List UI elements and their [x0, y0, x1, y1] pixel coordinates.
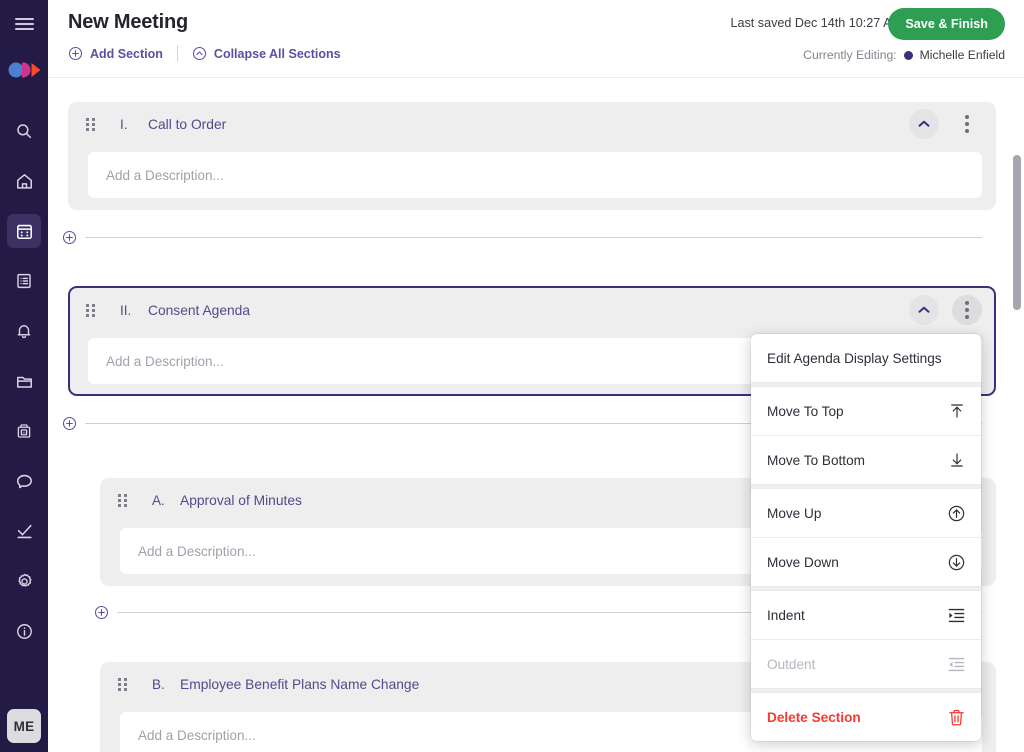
drag-handle-icon[interactable] [118, 678, 128, 691]
sidebar-item-settings[interactable] [7, 564, 41, 598]
menu-item-outdent: Outdent [751, 640, 981, 688]
menu-item-label: Move Down [767, 555, 944, 570]
folder-icon [15, 372, 34, 391]
add-section-button[interactable]: Add Section [68, 46, 163, 61]
menu-item-label: Outdent [767, 657, 944, 672]
sidebar-item-messages[interactable] [7, 464, 41, 498]
arrow-up-circle-icon [944, 504, 966, 523]
sidebar-item-files[interactable] [7, 364, 41, 398]
drag-handle-icon[interactable] [86, 118, 96, 131]
section-number: I. [120, 117, 137, 132]
svg-text:A: A [22, 430, 25, 435]
menu-item-label: Move To Bottom [767, 453, 944, 468]
indent-icon [944, 606, 966, 625]
avatar-initials: ME [14, 719, 35, 734]
logo-icon [8, 62, 42, 78]
section-number: A. [152, 493, 169, 508]
avatar[interactable]: ME [7, 709, 41, 743]
header: New Meeting Add Section Collapse All Sec… [48, 0, 1024, 78]
menu-item-move-to-bottom[interactable]: Move To Bottom [751, 436, 981, 484]
section-title[interactable]: Employee Benefit Plans Name Change [180, 677, 419, 692]
collapse-circle-icon [192, 46, 207, 61]
vertical-scrollbar[interactable] [1013, 155, 1021, 310]
section-description-input[interactable]: Add a Description... [88, 152, 982, 198]
page-title: New Meeting [68, 11, 188, 34]
gear-icon [15, 572, 34, 591]
menu-item-label: Move To Top [767, 404, 944, 419]
sidebar-item-library[interactable]: A [7, 414, 41, 448]
section-context-menu: Edit Agenda Display Settings Move To Top… [751, 334, 981, 741]
collapse-all-sections-button[interactable]: Collapse All Sections [192, 46, 341, 61]
collapse-section-button[interactable] [909, 109, 939, 139]
section-number: II. [120, 303, 137, 318]
currently-editing-user: Michelle Enfield [920, 48, 1005, 62]
menu-item-label: Delete Section [767, 710, 944, 725]
arrow-to-top-icon [944, 402, 966, 420]
currently-editing: Currently Editing: Michelle Enfield [803, 48, 1005, 62]
presence-dot-icon [904, 51, 913, 60]
archive-box-icon: A [15, 422, 33, 440]
section-menu-button[interactable] [952, 109, 982, 139]
company-logo[interactable] [0, 48, 48, 92]
sidebar-item-documents[interactable] [7, 264, 41, 298]
menu-item-move-up[interactable]: Move Up [751, 489, 981, 537]
sidebar-item-help[interactable] [7, 614, 41, 648]
divider [177, 45, 178, 62]
menu-item-edit-agenda-display-settings[interactable]: Edit Agenda Display Settings [751, 334, 981, 382]
sidebar-item-notifications[interactable] [7, 314, 41, 348]
save-and-finish-button[interactable]: Save & Finish [888, 8, 1005, 40]
menu-item-move-down[interactable]: Move Down [751, 538, 981, 586]
menu-item-indent[interactable]: Indent [751, 591, 981, 639]
collapse-all-sections-label: Collapse All Sections [214, 47, 341, 61]
home-icon [15, 172, 34, 191]
sidebar-item-tasks[interactable] [7, 514, 41, 548]
chevron-up-icon [918, 120, 930, 128]
arrow-down-circle-icon [944, 553, 966, 572]
collapse-section-button[interactable] [909, 295, 939, 325]
section-number: B. [152, 677, 169, 692]
search-icon [15, 122, 33, 140]
hamburger-menu-icon[interactable] [0, 0, 48, 48]
sidebar-nav: A [7, 114, 41, 664]
drag-handle-icon[interactable] [86, 304, 96, 317]
section-card: I. Call to Order Add a Description... [68, 102, 996, 210]
section-title[interactable]: Consent Agenda [148, 303, 250, 318]
menu-item-label: Indent [767, 608, 944, 623]
menu-item-move-to-top[interactable]: Move To Top [751, 387, 981, 435]
plus-circle-icon [94, 605, 109, 620]
section-header: I. Call to Order [68, 102, 996, 146]
chevron-up-icon [918, 306, 930, 314]
arrow-to-bottom-icon [944, 451, 966, 469]
chat-bubble-icon [15, 472, 34, 491]
menu-item-delete-section[interactable]: Delete Section [751, 693, 981, 741]
menu-item-label: Edit Agenda Display Settings [767, 351, 966, 366]
calendar-icon [15, 222, 34, 241]
divider-line [85, 237, 982, 238]
plus-circle-icon [68, 46, 83, 61]
trash-icon [944, 708, 966, 727]
plus-circle-icon [62, 230, 77, 245]
drag-handle-icon[interactable] [118, 494, 128, 507]
outdent-icon [944, 655, 966, 674]
bell-icon [15, 322, 33, 340]
section-title[interactable]: Approval of Minutes [180, 493, 302, 508]
sidebar-item-meetings[interactable] [7, 214, 41, 248]
check-line-icon [15, 522, 34, 541]
last-saved-text: Last saved Dec 14th 10:27 AM [730, 16, 902, 30]
currently-editing-label: Currently Editing: [803, 48, 896, 62]
section-header: II. Consent Agenda [70, 288, 994, 332]
section-title[interactable]: Call to Order [148, 117, 226, 132]
add-section-label: Add Section [90, 47, 163, 61]
plus-circle-icon [62, 416, 77, 431]
add-section-divider[interactable] [62, 230, 982, 245]
sidebar: A [0, 0, 48, 752]
info-icon [15, 622, 34, 641]
section-menu-button-active[interactable] [952, 295, 982, 325]
list-doc-icon [15, 272, 33, 290]
sidebar-item-search[interactable] [7, 114, 41, 148]
header-actions: Add Section Collapse All Sections [68, 45, 341, 62]
sidebar-item-home[interactable] [7, 164, 41, 198]
app-root: A [0, 0, 1024, 752]
menu-item-label: Move Up [767, 506, 944, 521]
